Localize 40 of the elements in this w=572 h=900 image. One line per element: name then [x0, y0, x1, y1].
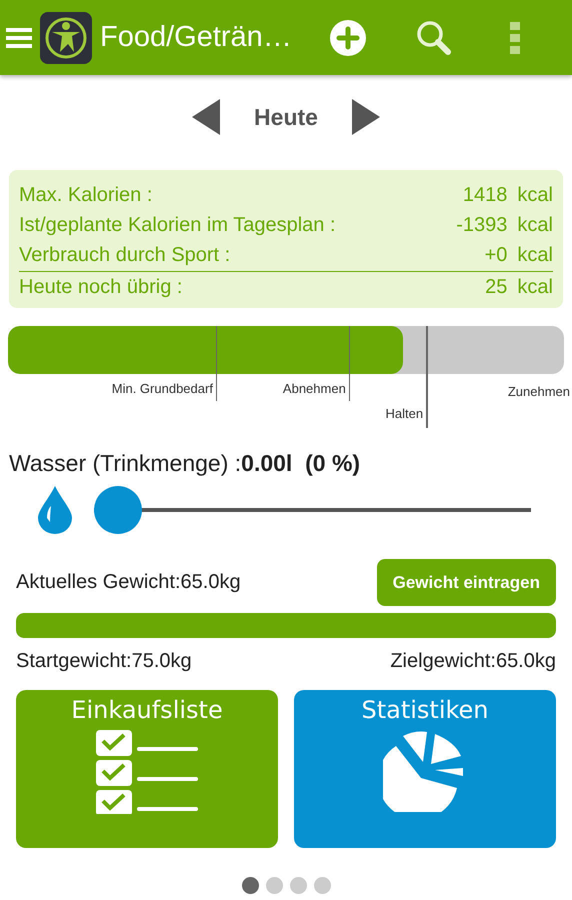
statistics-tile[interactable]: Statistiken: [294, 690, 556, 848]
previous-day-icon[interactable]: [192, 99, 220, 135]
water-slider[interactable]: [94, 485, 531, 535]
meter-label: Abnehmen: [282, 381, 347, 396]
toolbar-title: Food/Geträn…: [100, 21, 293, 54]
meter-label: Halten: [386, 406, 424, 421]
menu-icon[interactable]: [6, 26, 32, 50]
calorie-unit: kcal: [517, 184, 553, 206]
meter-label: Zunehmen: [508, 384, 570, 399]
shopping-list-tile[interactable]: Einkaufsliste: [16, 690, 278, 848]
current-weight-label: Aktuelles Gewicht:65.0kg: [16, 571, 241, 594]
calorie-unit: kcal: [517, 276, 553, 298]
calorie-label: Verbrauch durch Sport :: [19, 244, 232, 266]
page-indicator-dot[interactable]: [290, 877, 306, 894]
calorie-value: -1393: [456, 214, 508, 236]
page-indicator-dot[interactable]: [242, 877, 258, 894]
calorie-label: Heute noch übrig :: [19, 276, 184, 298]
page-indicator-dot[interactable]: [266, 877, 282, 894]
water-label: Wasser (Trinkmenge) :0.00l (0 %): [9, 450, 362, 477]
overflow-menu-icon[interactable]: [510, 22, 520, 54]
page-indicator-dot[interactable]: [314, 877, 330, 894]
enter-weight-button[interactable]: Gewicht eintragen: [376, 559, 556, 606]
calorie-unit: kcal: [517, 244, 553, 266]
water-drop-icon: [38, 486, 72, 534]
calorie-label: Ist/geplante Kalorien im Tagesplan :: [19, 214, 336, 236]
calorie-label: Max. Kalorien :: [19, 184, 154, 206]
add-icon[interactable]: [330, 20, 366, 56]
target-weight-label: Zielgewicht:65.0kg: [390, 650, 556, 673]
slider-thumb[interactable]: [94, 486, 142, 534]
app-logo-icon: [40, 12, 92, 64]
meter-label: Min. Grundbedarf: [112, 381, 214, 396]
search-icon[interactable]: [416, 20, 452, 56]
calorie-value: +0: [484, 244, 508, 266]
calorie-value: 1418: [462, 184, 508, 206]
date-label: Heute: [254, 104, 318, 130]
calorie-unit: kcal: [517, 214, 553, 236]
checklist-icon: [96, 730, 198, 814]
calorie-value: 25: [485, 276, 508, 298]
next-day-icon[interactable]: [352, 99, 380, 135]
start-weight-label: Startgewicht:75.0kg: [16, 650, 192, 673]
